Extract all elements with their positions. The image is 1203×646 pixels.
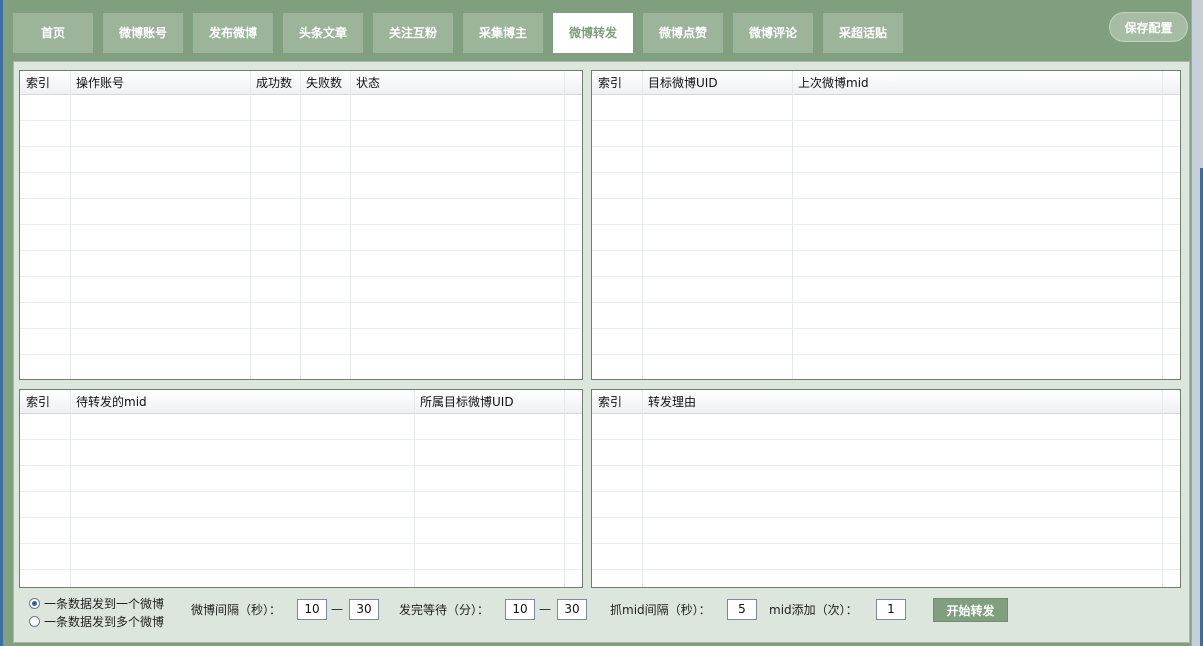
radio-mode-one[interactable]: 一条数据发到一个微博	[29, 595, 164, 613]
grid-col-divider	[70, 71, 71, 379]
grid-col-divider	[642, 390, 643, 587]
tab-follow-mutual[interactable]: 关注互粉	[373, 13, 453, 53]
grid-col-divider	[642, 71, 643, 379]
grid-col-divider	[1162, 390, 1163, 587]
grid-col-divider	[564, 71, 565, 379]
radio-mode-many[interactable]: 一条数据发到多个微博	[29, 613, 164, 631]
settings-bar: 一条数据发到一个微博 一条数据发到多个微博 微博间隔（秒）： 10 — 30 发…	[19, 589, 1184, 633]
tab-weibo-accounts[interactable]: 微博账号	[103, 13, 183, 53]
tab-super-topic[interactable]: 采超话贴	[823, 13, 903, 53]
column-header-target-uid[interactable]: 目标微博UID	[643, 71, 718, 95]
mid-add-input[interactable]: 1	[876, 599, 906, 620]
column-header-index[interactable]: 索引	[593, 390, 622, 414]
tab-headline-articles[interactable]: 头条文章	[283, 13, 363, 53]
column-header-account[interactable]: 操作账号	[71, 71, 124, 95]
wait-range-dash: —	[539, 602, 551, 616]
tab-post-weibo[interactable]: 发布微博	[193, 13, 273, 53]
tab-weibo-comment[interactable]: 微博评论	[733, 13, 813, 53]
grid-col-divider	[792, 71, 793, 379]
grid-col-divider	[1162, 71, 1163, 379]
tab-weibo-repost[interactable]: 微博转发	[553, 13, 633, 53]
radio-mode-one-label: 一条数据发到一个微博	[44, 597, 165, 611]
tab-weibo-like[interactable]: 微博点赞	[643, 13, 723, 53]
column-header-index[interactable]: 索引	[593, 71, 622, 95]
interval-max-input[interactable]: 30	[349, 599, 379, 620]
column-header-last-mid[interactable]: 上次微博mid	[793, 71, 869, 95]
radio-button-checked[interactable]	[29, 598, 40, 609]
radio-button[interactable]	[29, 616, 40, 627]
accounts-grid[interactable]: 索引 操作账号 成功数 失败数 状态	[19, 70, 583, 380]
column-header-pending-mid[interactable]: 待转发的mid	[71, 390, 147, 414]
grid-col-divider	[414, 390, 415, 587]
wait-min-input[interactable]: 10	[505, 599, 535, 620]
start-repost-button[interactable]: 开始转发	[933, 598, 1008, 622]
radio-mode-many-label: 一条数据发到多个微博	[44, 615, 165, 629]
interval-label: 微博间隔（秒）：	[191, 603, 282, 617]
column-header-success-count[interactable]: 成功数	[251, 71, 292, 95]
grid-col-divider	[70, 390, 71, 587]
tab-home[interactable]: 首页	[13, 13, 93, 53]
interval-range-dash: —	[331, 602, 343, 616]
repost-reason-grid[interactable]: 索引 转发理由	[591, 389, 1181, 588]
grid-col-divider	[300, 71, 301, 379]
column-header-status[interactable]: 状态	[351, 71, 380, 95]
column-header-index[interactable]: 索引	[21, 71, 50, 95]
grid-col-divider	[350, 71, 351, 379]
save-config-button[interactable]: 保存配置	[1109, 12, 1188, 42]
column-header-repost-reason[interactable]: 转发理由	[643, 390, 696, 414]
column-header-fail-count[interactable]: 失败数	[301, 71, 342, 95]
tab-collect-bloggers[interactable]: 采集博主	[463, 13, 543, 53]
wait-label: 发完等待（分）：	[399, 603, 490, 617]
targets-grid[interactable]: 索引 目标微博UID 上次微博mid	[591, 70, 1181, 380]
interval-min-input[interactable]: 10	[297, 599, 327, 620]
pending-mid-grid[interactable]: 索引 待转发的mid 所属目标微博UID	[19, 389, 583, 588]
mid-interval-input[interactable]: 5	[727, 599, 757, 620]
grid-col-divider	[564, 390, 565, 587]
column-header-owner-uid[interactable]: 所属目标微博UID	[415, 390, 514, 414]
mid-add-label: mid添加（次）：	[769, 603, 858, 617]
grid-col-divider	[250, 71, 251, 379]
wait-max-input[interactable]: 30	[557, 599, 587, 620]
column-header-index[interactable]: 索引	[21, 390, 50, 414]
window-left-edge	[0, 0, 3, 646]
mid-interval-label: 抓mid间隔（秒）：	[610, 603, 711, 617]
